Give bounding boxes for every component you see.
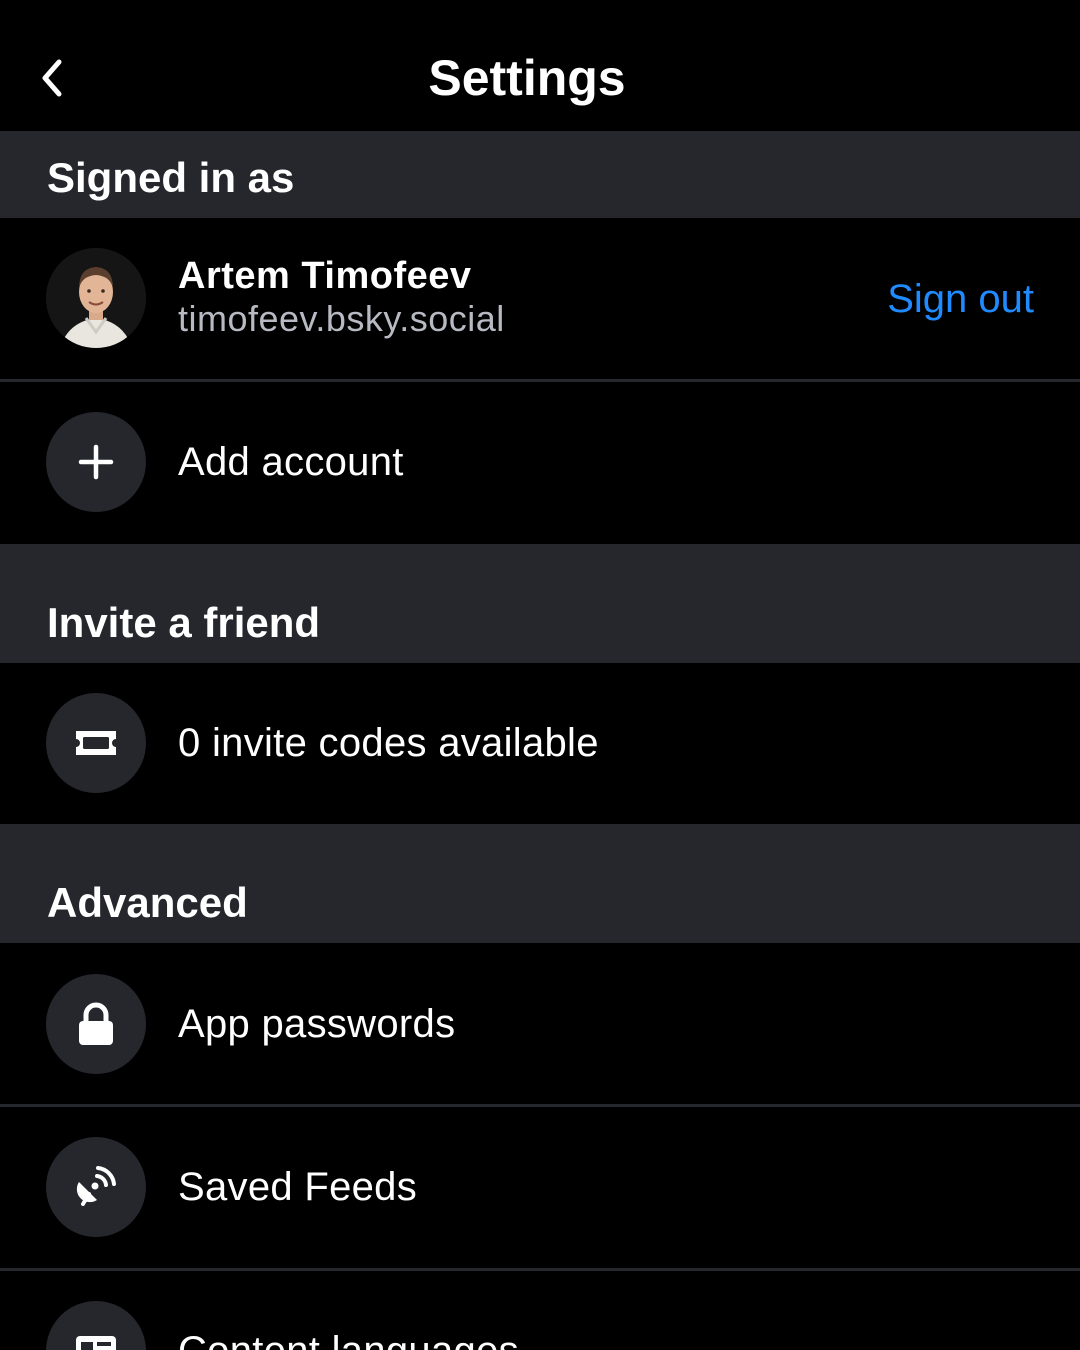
- section-header-invite: Invite a friend: [0, 544, 1080, 663]
- invite-codes-row[interactable]: 0 invite codes available: [0, 663, 1080, 824]
- language-card-icon: [76, 1336, 116, 1350]
- add-account-label: Add account: [178, 440, 404, 484]
- app-passwords-row[interactable]: App passwords: [0, 943, 1080, 1107]
- content-languages-icon-circle: [46, 1301, 146, 1350]
- section-header-advanced: Advanced: [0, 824, 1080, 943]
- section-label-signed-in: Signed in as: [47, 154, 295, 201]
- saved-feeds-row[interactable]: Saved Feeds: [0, 1107, 1080, 1271]
- plus-icon: [78, 444, 114, 480]
- account-display-name: Artem Timofeev: [178, 255, 472, 297]
- section-header-signed-in: Signed in as: [0, 131, 1080, 218]
- satellite-dish-icon: [76, 1166, 116, 1206]
- ticket-icon: [76, 731, 116, 755]
- invite-codes-icon-circle: [46, 693, 146, 793]
- add-account-row[interactable]: Add account: [0, 382, 1080, 544]
- app-passwords-icon-circle: [46, 974, 146, 1074]
- lock-icon: [79, 1002, 113, 1045]
- content-languages-label: Content languages: [178, 1326, 519, 1350]
- add-account-icon-circle: [46, 412, 146, 512]
- saved-feeds-label: Saved Feeds: [178, 1165, 418, 1209]
- header-bar: Settings: [0, 0, 1080, 131]
- account-row[interactable]: Artem Timofeev timofeev.bsky.social Sign…: [0, 218, 1080, 382]
- page-title: Settings: [428, 50, 626, 106]
- saved-feeds-icon-circle: [46, 1137, 146, 1237]
- invite-codes-label: 0 invite codes available: [178, 721, 599, 765]
- section-label-invite: Invite a friend: [47, 599, 321, 646]
- sign-out-button[interactable]: Sign out: [887, 274, 1034, 324]
- content-languages-row[interactable]: Content languages: [0, 1271, 1080, 1350]
- app-passwords-label: App passwords: [178, 1002, 456, 1046]
- avatar: [46, 248, 146, 348]
- section-label-advanced: Advanced: [47, 879, 248, 926]
- account-handle: timofeev.bsky.social: [178, 298, 505, 339]
